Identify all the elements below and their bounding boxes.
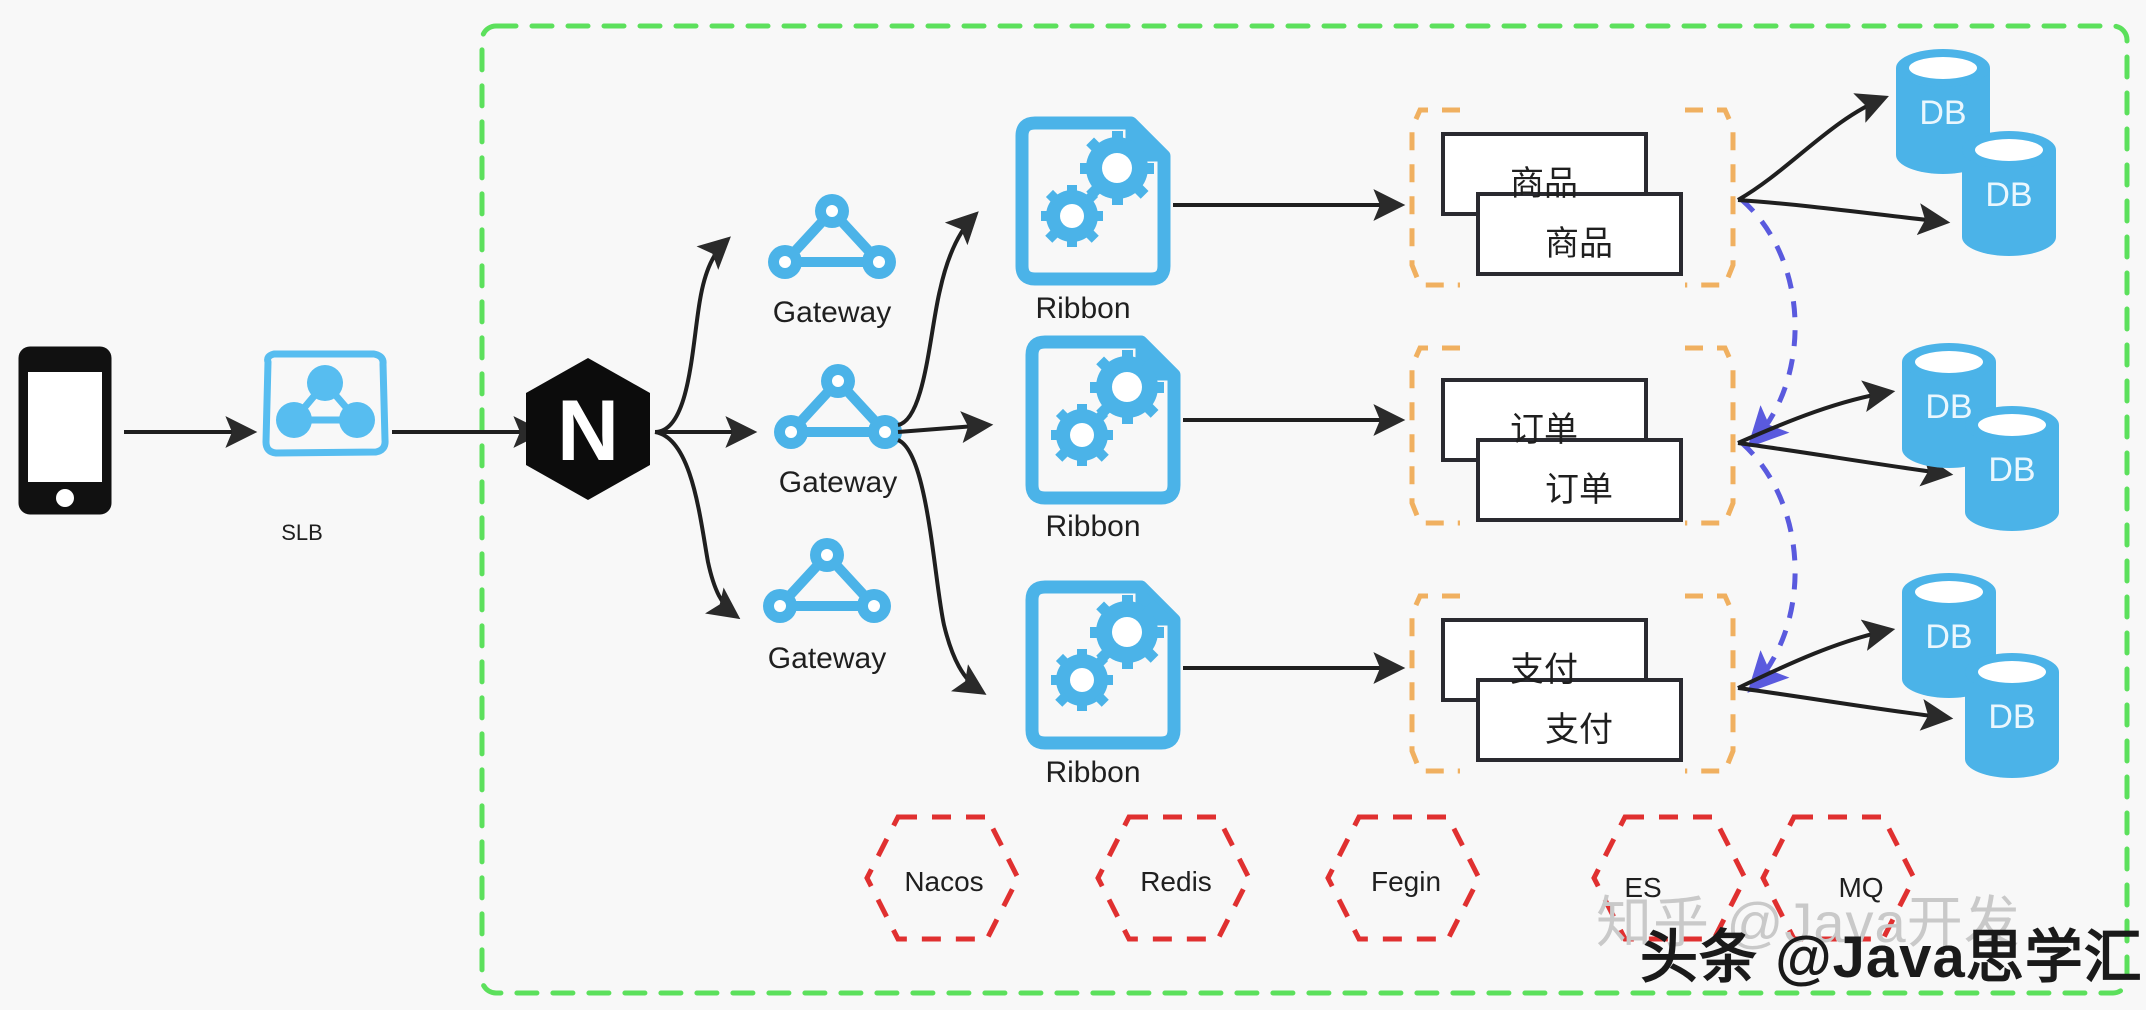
diagram-canvas: N SLB Gateway Gateway Gateway Ribbon Rib… [0, 0, 2146, 1010]
db-label-4: DB [1988, 451, 2036, 489]
service-bracket-1-right [1685, 107, 1736, 288]
component-label-fegin: Fegin [1370, 866, 1442, 897]
ribbon-label-3: Ribbon [1045, 756, 1141, 789]
edge-gateway-to-ribbon-2 [897, 411, 994, 444]
architecture-diagram: N [18, 23, 2130, 996]
watermark-foreground: 头条 @Java思学汇 [1640, 925, 2143, 990]
gateway-icon-3 [763, 538, 891, 623]
svg-text:N: N [557, 383, 619, 479]
service-label-front-1: 商品 [1545, 225, 1613, 263]
ribbon-icon-1 [1015, 116, 1171, 286]
edge-service-to-db-5 [1737, 619, 1896, 690]
ribbon-label-1: Ribbon [1035, 292, 1131, 325]
component-label-nacos: Nacos [904, 866, 984, 897]
component-label-redis: Redis [1140, 866, 1212, 897]
edge-nginx-to-gateway-1 [654, 236, 731, 434]
db-label-2: DB [1985, 176, 2033, 214]
slb-label: SLB [281, 520, 323, 545]
service-label-back-3: 支付 [1510, 651, 1578, 689]
db-label-3: DB [1925, 388, 1973, 426]
gateway-label-3: Gateway [767, 642, 887, 675]
gateway-label-1: Gateway [772, 296, 892, 329]
service-label-back-2: 订单 [1510, 411, 1578, 449]
edge-service-to-db-2 [1737, 198, 1951, 236]
db-label-6: DB [1988, 698, 2036, 736]
service-bracket-2-right [1685, 345, 1736, 526]
replication-curve-2 [1740, 441, 1798, 693]
service-label-front-3: 支付 [1545, 711, 1613, 749]
service-bracket-3-right [1685, 593, 1736, 774]
edge-gateway-to-ribbon-3 [896, 438, 987, 695]
db-label-5: DB [1925, 618, 1973, 656]
system-boundary [479, 23, 2130, 996]
gateway-label-2: Gateway [778, 466, 898, 499]
service-label-front-2: 订单 [1545, 471, 1613, 509]
gateway-icon-1 [768, 194, 896, 279]
service-label-back-1: 商品 [1510, 165, 1578, 203]
client-device-icon [18, 346, 112, 515]
replication-curve-1 [1740, 198, 1798, 448]
edge-service-to-db-1 [1736, 93, 1889, 202]
ribbon-icon-3 [1025, 580, 1181, 750]
edge-nginx-to-gateway-3 [654, 430, 741, 620]
ribbon-label-2: Ribbon [1045, 510, 1141, 543]
gateway-icon-2 [774, 364, 902, 449]
edge-service-to-db-3 [1737, 380, 1896, 445]
edge-gateway-to-ribbon-1 [897, 211, 979, 427]
nginx-icon: N [526, 358, 650, 500]
ribbon-icon-2 [1025, 335, 1181, 505]
slb-icon [262, 350, 389, 457]
db-label-1: DB [1919, 94, 1967, 132]
